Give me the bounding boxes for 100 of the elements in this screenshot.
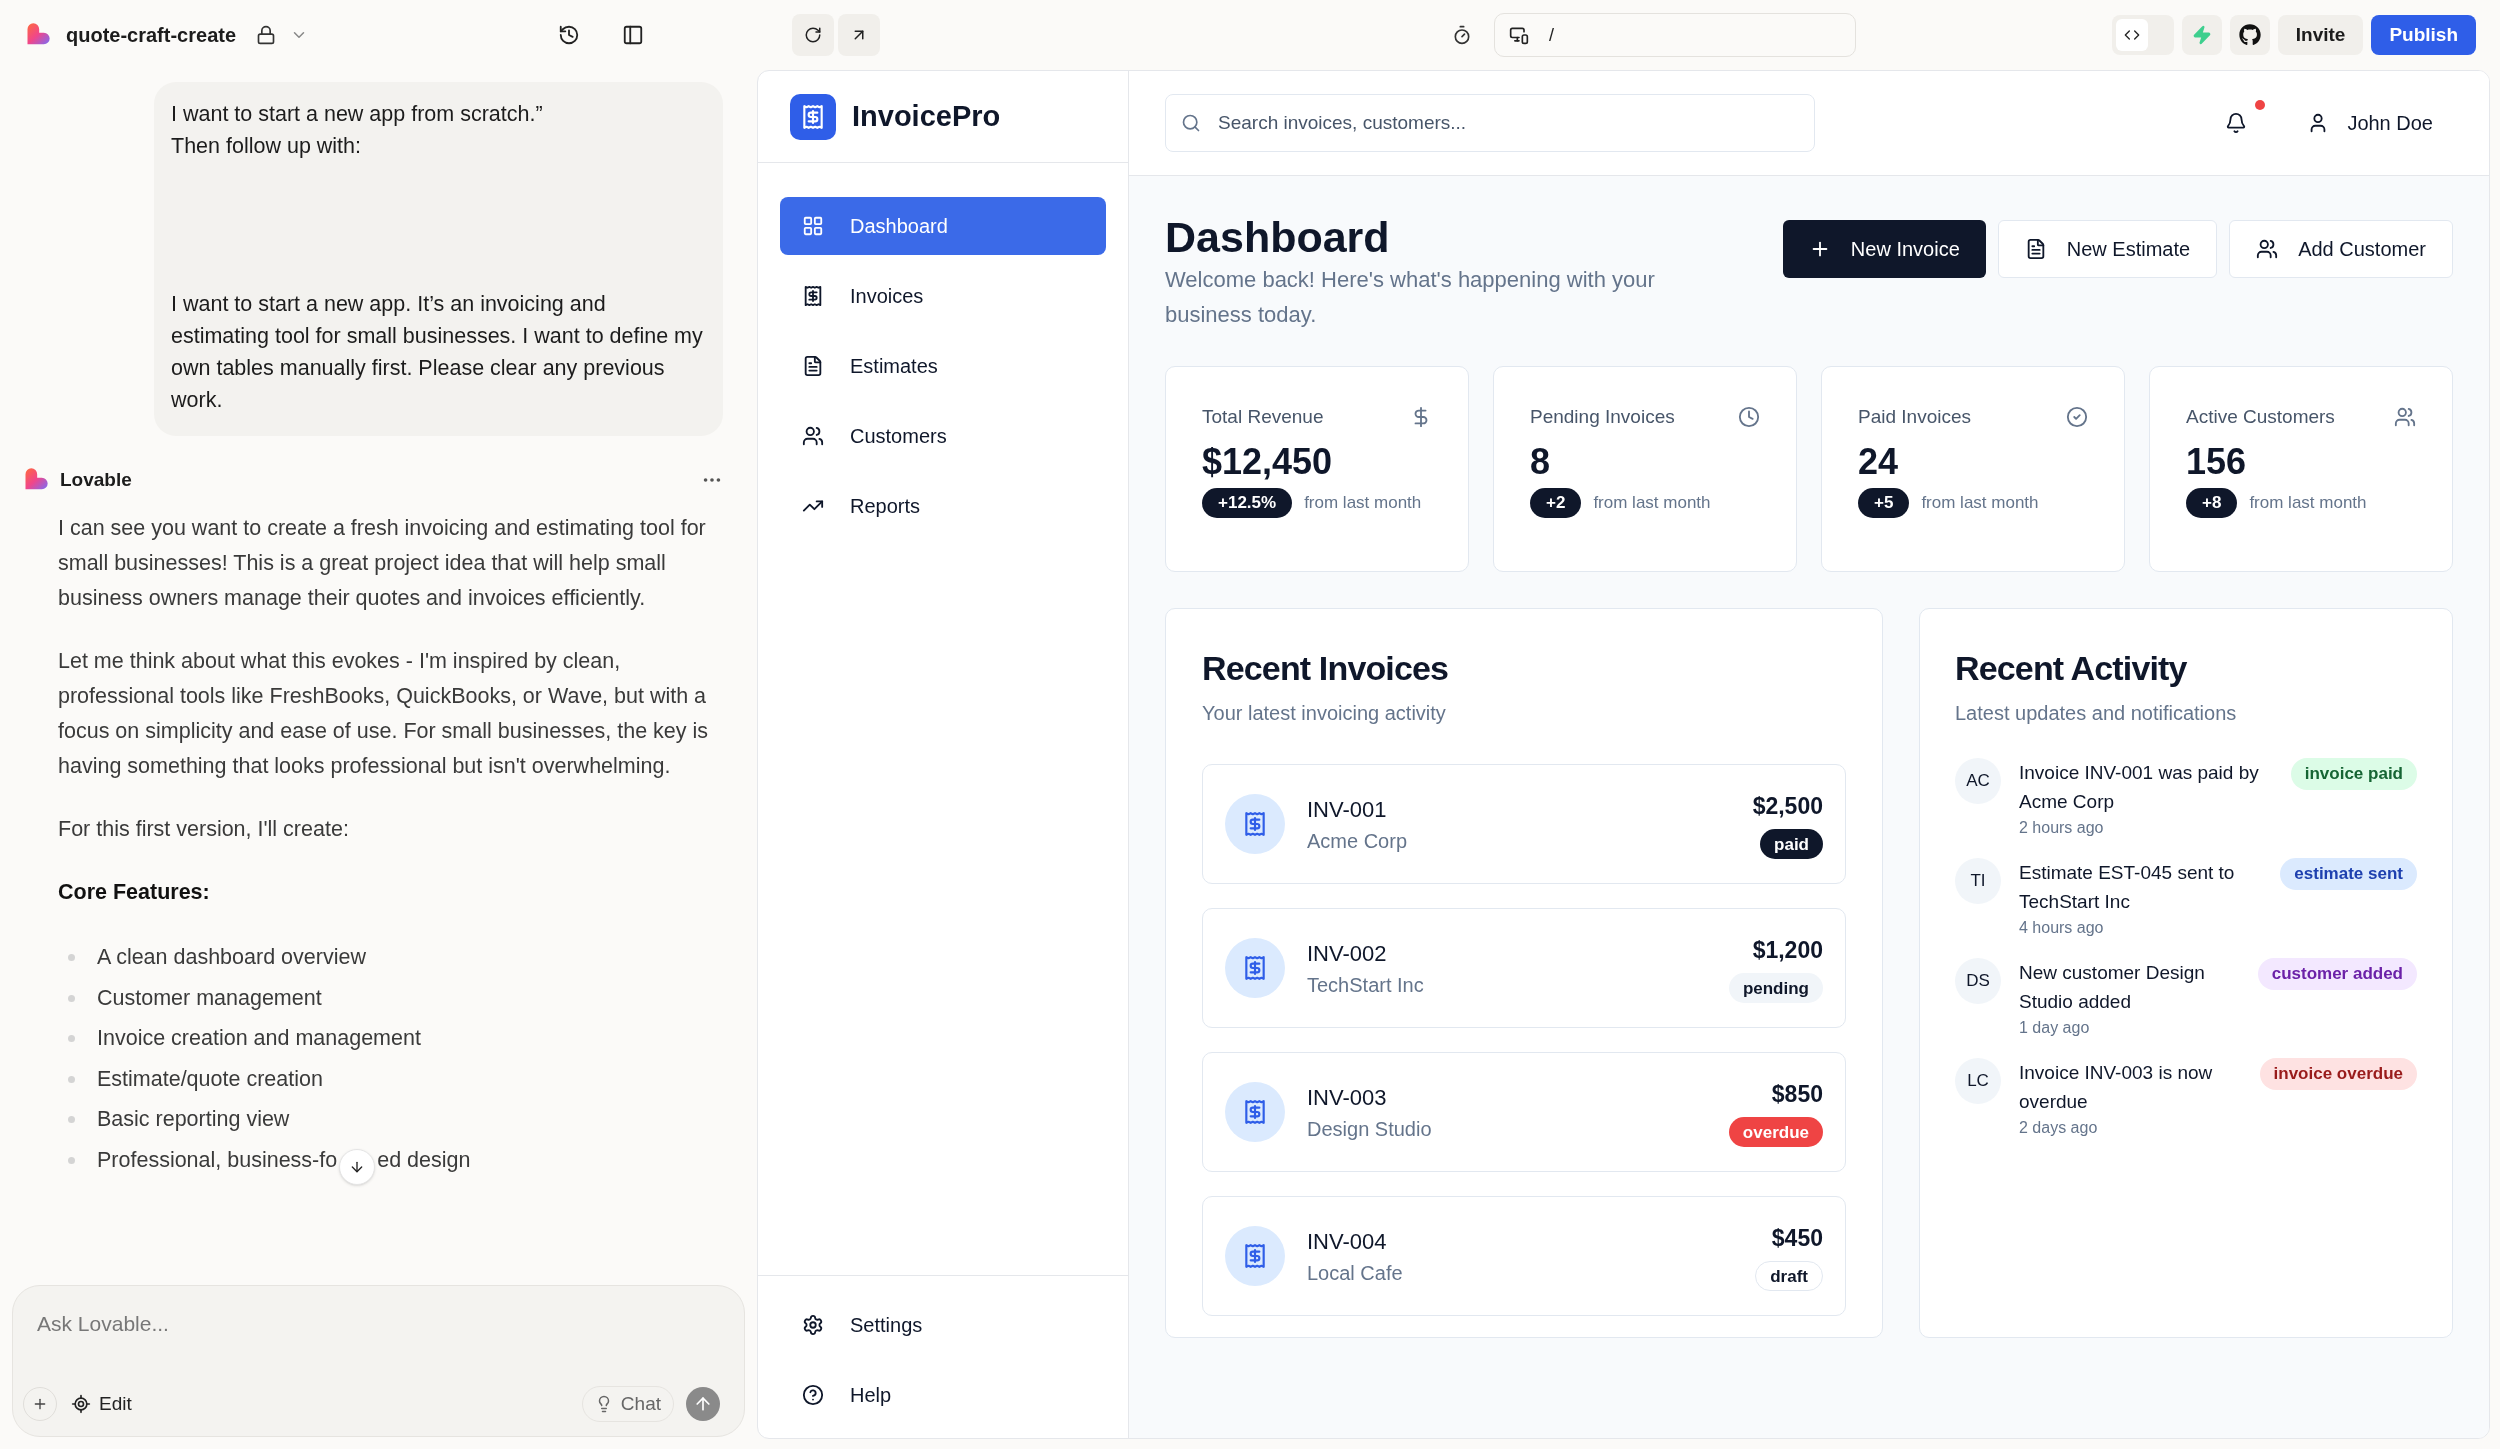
plus-icon: [32, 1396, 48, 1412]
card-title: Recent Activity: [1955, 648, 2188, 689]
change-badge: +8: [2186, 487, 2238, 518]
publish-button[interactable]: Publish: [2371, 15, 2476, 55]
activity-text: Invoice INV-003 is now overdue: [2019, 1061, 2214, 1114]
receipt-icon: [1225, 938, 1285, 998]
user-name[interactable]: John Doe: [2347, 108, 2433, 138]
stat-label: Paid Invoices: [1858, 405, 1971, 429]
stat-label: Active Customers: [2186, 405, 2335, 429]
activity-tag: estimate sent: [2280, 858, 2417, 890]
nav-item[interactable]: Invoices: [780, 267, 1106, 325]
user-message-text: I want to start a new app. It’s an invoicing and estimating tool for small businesses. I want to define my own tables manually first. Please clear any previous work.: [171, 291, 704, 414]
nav-item[interactable]: Estimates: [780, 337, 1106, 395]
initials-avatar: LC: [1955, 1058, 2001, 1104]
refresh-icon: [804, 26, 822, 44]
initials-avatar: DS: [1955, 958, 2001, 1004]
open-external-button[interactable]: [838, 14, 880, 56]
activity-tag: invoice overdue: [2259, 1058, 2417, 1090]
devices-icon[interactable]: [1509, 25, 1529, 45]
search-field[interactable]: Search invoices, customers...: [1165, 94, 1815, 152]
change-badge: +2: [1530, 487, 1582, 518]
feature-item: ed design: [377, 1146, 471, 1174]
users-icon: [2256, 238, 2279, 260]
invoice-row[interactable]: INV-001 Acme Corp $2,500 paid: [1202, 764, 1846, 884]
page-subtitle: Welcome back! Here's what's happening with your business today.: [1165, 266, 1656, 329]
document-icon: [802, 355, 824, 377]
address-bar[interactable]: /: [1494, 13, 1856, 57]
check-circle-icon: [2066, 406, 2088, 429]
code-toggle[interactable]: [2111, 15, 2174, 55]
invoice-row[interactable]: INV-003 Design Studio $850 overdue: [1202, 1052, 1846, 1172]
feature-item: Customer management: [97, 984, 322, 1012]
activity-time: 2 hours ago: [2019, 818, 2105, 838]
settings-icon: [802, 1314, 824, 1336]
code-icon: [2123, 27, 2140, 43]
nav-item[interactable]: Settings: [780, 1296, 1106, 1354]
invoice-number: INV-002: [1307, 939, 1388, 968]
customer-name: Local Cafe: [1307, 1260, 1403, 1286]
github-button[interactable]: [2229, 15, 2270, 55]
feature-item: Basic reporting view: [97, 1106, 290, 1134]
add-customer-button[interactable]: Add Customer: [2229, 220, 2453, 278]
status-badge: paid: [1760, 829, 1823, 860]
sidebar-toggle-icon[interactable]: [622, 24, 644, 46]
stat-note: from last month: [2249, 492, 2367, 514]
invoice-amount: $450: [1771, 1223, 1823, 1253]
activity-tag: invoice paid: [2290, 758, 2417, 790]
activity-text: Invoice INV-001 was paid by Acme Corp: [2019, 761, 2260, 814]
timer-icon[interactable]: [1452, 25, 1472, 45]
activity-time: 2 days ago: [2019, 1118, 2099, 1138]
invoice-number: INV-001: [1307, 795, 1388, 824]
customer-name: Design Studio: [1307, 1116, 1432, 1142]
activity-time: 4 hours ago: [2019, 918, 2105, 938]
feature-item: Estimate/quote creation: [97, 1065, 323, 1093]
notification-icon[interactable]: [2225, 112, 2248, 134]
invoice-amount: $1,200: [1752, 935, 1823, 965]
invoice-row[interactable]: INV-004 Local Cafe $450 draft: [1202, 1196, 1846, 1316]
history-icon[interactable]: [558, 24, 580, 46]
card-subtitle: Latest updates and notifications: [1955, 701, 2238, 726]
refresh-button[interactable]: [792, 14, 834, 56]
stat-label: Pending Invoices: [1530, 405, 1675, 429]
assistant-paragraph: Let me think about what this evokes - I'm inspired by clean, professional tools like FreshBooks, QuickBooks, or Wave, but with a focus on simplicity and ease of use. For small businesses, the key is having something that looks professional but isn't overwhelming.: [58, 647, 710, 780]
assistant-name: Lovable: [60, 468, 132, 492]
new-estimate-button[interactable]: New Estimate: [1997, 220, 2218, 278]
activity-text: New customer Design Studio added: [2019, 961, 2206, 1014]
clock-icon: [1738, 406, 1760, 429]
stat-note: from last month: [1304, 492, 1422, 514]
change-badge: +12.5%: [1202, 487, 1293, 518]
send-button[interactable]: [686, 1387, 720, 1421]
assistant-paragraph: For this first version, I'll create:: [58, 815, 350, 843]
invite-button[interactable]: Invite: [2277, 15, 2364, 55]
edit-button[interactable]: Edit: [71, 1389, 132, 1419]
stat-note: from last month: [1921, 492, 2039, 514]
chat-input[interactable]: Ask Lovable...: [37, 1308, 720, 1340]
message-composer[interactable]: Ask Lovable... Edit Chat: [12, 1285, 745, 1437]
invoice-amount: $850: [1771, 1079, 1823, 1109]
nav-item[interactable]: Reports: [780, 477, 1106, 535]
initials-avatar: AC: [1955, 758, 2001, 804]
user-message-text: I want to start a new app from scratch.” Then follow up with:: [171, 101, 544, 160]
status-badge: draft: [1755, 1261, 1823, 1292]
stat-value: $12,450: [1202, 439, 1334, 484]
help-icon: [802, 1384, 824, 1406]
status-badge: pending: [1728, 973, 1823, 1004]
stat-value: 24: [1858, 439, 1900, 484]
scroll-down-button[interactable]: [339, 1149, 376, 1186]
nav-item[interactable]: Dashboard: [780, 197, 1106, 255]
feature-item: Professional, business-fo: [97, 1146, 338, 1174]
stat-value: 156: [2186, 439, 2248, 484]
project-name[interactable]: quote-craft-create: [66, 20, 237, 50]
initials-avatar: TI: [1955, 858, 2001, 904]
nav-item[interactable]: Help: [780, 1366, 1106, 1424]
activity-tag: customer added: [2257, 958, 2417, 990]
invoice-row[interactable]: INV-002 TechStart Inc $1,200 pending: [1202, 908, 1846, 1028]
status-badge: overdue: [1728, 1117, 1823, 1148]
receipt-logo-icon: [790, 93, 836, 140]
feature-item: A clean dashboard overview: [97, 944, 366, 972]
change-badge: +5: [1858, 487, 1910, 518]
brand-name: InvoicePro: [852, 98, 1001, 134]
nav-item[interactable]: Customers: [780, 407, 1106, 465]
customer-name: Acme Corp: [1307, 828, 1408, 854]
new-invoice-button[interactable]: New Invoice: [1782, 220, 1986, 278]
invoice-amount: $2,500: [1752, 791, 1823, 821]
